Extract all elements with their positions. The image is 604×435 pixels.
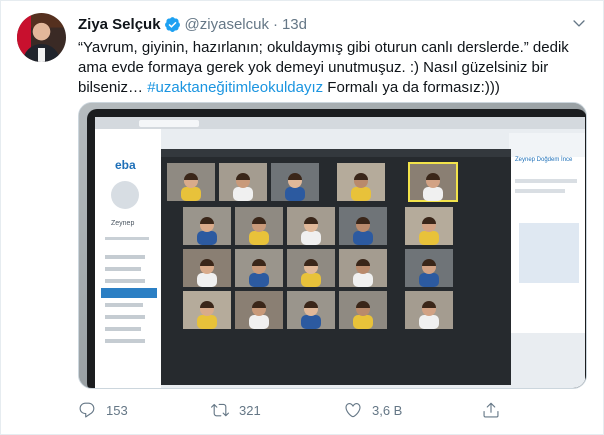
participant-tile: [183, 249, 231, 287]
author-handle[interactable]: @ziyaselcuk: [185, 16, 269, 33]
tweet-text-line: bilseniz… #uzaktaneğitimleokuldayız Form…: [78, 79, 500, 96]
participant-tile: [287, 207, 335, 245]
participant-tile: [337, 163, 385, 201]
participant-tile: [219, 163, 267, 201]
participant-tile: [339, 291, 387, 329]
participant-tile: [235, 207, 283, 245]
participant-tile: [183, 207, 231, 245]
tweet-header: Ziya Selçuk @ziyaselcuk · 13d: [78, 14, 307, 34]
app-logo: eba: [115, 158, 136, 172]
participant-tile: [167, 163, 215, 201]
tweet-actions: 153 321 3,6 B: [78, 399, 588, 421]
participant-tile: [405, 249, 453, 287]
hashtag-link[interactable]: #uzaktaneğitimleokuldayız: [147, 79, 323, 96]
avatar[interactable]: [17, 13, 66, 62]
heart-icon: [345, 403, 361, 418]
tweet-photo[interactable]: eba Zeynep Zeynep Doğdem İnce: [78, 102, 587, 389]
participant-tile: [271, 163, 319, 201]
presenter-label: Zeynep Doğdem İnce: [515, 156, 573, 163]
tweet-timestamp[interactable]: 13d: [282, 16, 307, 33]
participant-tile: [287, 291, 335, 329]
tweet-card[interactable]: Ziya Selçuk @ziyaselcuk · 13d “Yavrum, g…: [0, 0, 604, 435]
reply-count: 153: [106, 402, 128, 418]
tweet-text-line: “Yavrum, giyinin, hazırlanın; okuldaymış…: [78, 39, 569, 56]
like-count: 3,6 B: [372, 402, 403, 418]
like-button[interactable]: 3,6 B: [344, 399, 402, 421]
participant-tile: [287, 249, 335, 287]
participant-tile: [183, 291, 231, 329]
sidebar-user: Zeynep: [111, 220, 134, 227]
participant-tile: [405, 207, 453, 245]
retweet-button[interactable]: 321: [211, 399, 261, 421]
tweet-text: “Yavrum, giyinin, hazırlanın; okuldaymış…: [78, 38, 588, 98]
chevron-down-icon[interactable]: [571, 15, 587, 31]
photo-laptop-video-call: eba Zeynep Zeynep Doğdem İnce: [79, 103, 586, 388]
separator-dot: ·: [272, 15, 278, 33]
retweet-count: 321: [239, 402, 261, 418]
participant-tile: [339, 207, 387, 245]
reply-button[interactable]: 153: [78, 399, 128, 421]
verified-badge-icon: [164, 16, 180, 32]
reply-icon: [79, 402, 95, 418]
share-button[interactable]: [482, 399, 500, 421]
author-name[interactable]: Ziya Selçuk: [78, 16, 161, 33]
retweet-icon: [211, 403, 229, 417]
participant-tile: [235, 249, 283, 287]
participant-tile: [405, 291, 453, 329]
participant-tile: [408, 162, 458, 202]
participant-tile: [339, 249, 387, 287]
participant-tile: [235, 291, 283, 329]
share-icon: [483, 402, 499, 418]
tweet-text-line: ama evde formaya gerek yok demeyi unutmu…: [78, 59, 549, 76]
